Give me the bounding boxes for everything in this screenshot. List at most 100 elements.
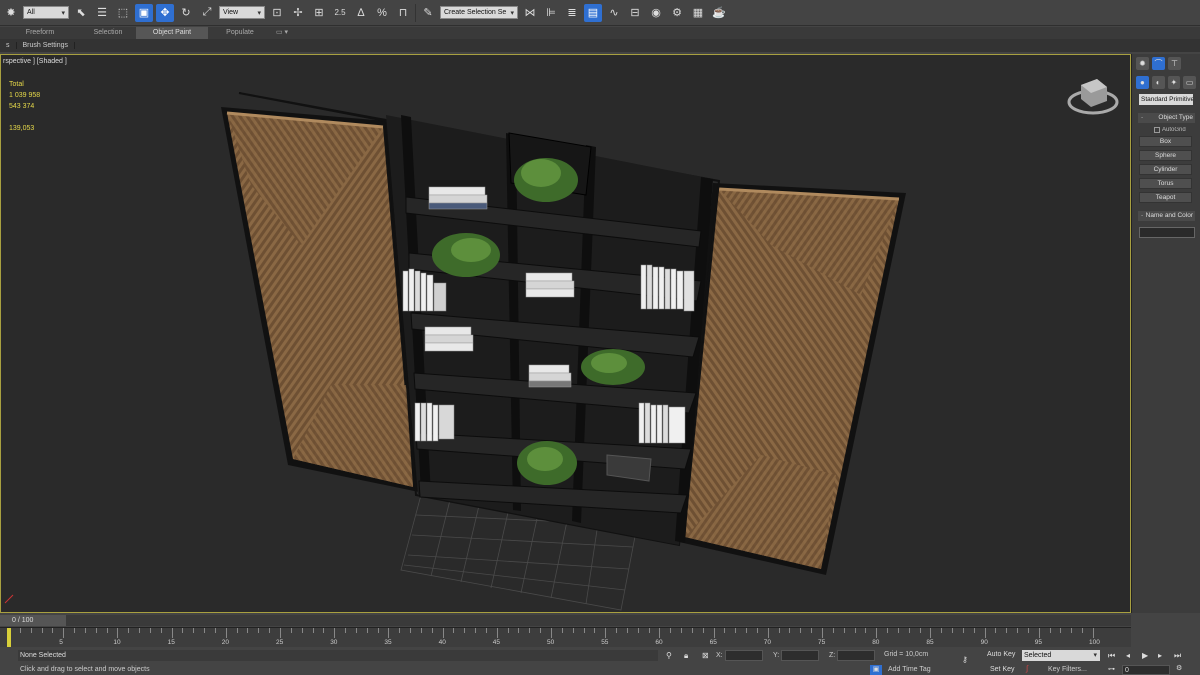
viewcube-icon [1067, 79, 1119, 115]
time-slider-handle[interactable]: 0 / 100 [0, 615, 66, 626]
ribbon-options-icon[interactable]: ▭ ▾ [272, 27, 292, 39]
time-tag-icon[interactable]: ▣ [870, 665, 882, 675]
snap-icon[interactable]: ✸ [2, 4, 20, 22]
lock-selection-icon[interactable]: 🔒︎ [684, 651, 688, 661]
render-production-icon[interactable]: ☕ [710, 4, 728, 22]
select-object-icon[interactable]: ⬉ [72, 4, 90, 22]
brush-settings-panel[interactable]: Brush Settings [17, 42, 76, 49]
rect-selection-icon[interactable]: ⬚ [114, 4, 132, 22]
lights-icon[interactable]: ✦ [1167, 76, 1181, 89]
edit-named-sets-icon[interactable]: ✎ [419, 4, 437, 22]
modify-tab-icon[interactable]: ⌒ [1152, 57, 1165, 70]
y-coord-field[interactable] [781, 650, 819, 661]
cameras-icon[interactable]: ▭ [1183, 76, 1196, 89]
stats-fps: 139,053 [9, 125, 35, 132]
align-icon[interactable]: ⊫ [542, 4, 560, 22]
ruler-tick [713, 628, 715, 638]
spinner-snap-icon[interactable]: ⊓ [394, 4, 412, 22]
select-by-name-icon[interactable]: ☰ [93, 4, 111, 22]
percent-snap-icon[interactable]: % [373, 4, 391, 22]
select-move-icon[interactable]: ✥ [156, 3, 174, 22]
ruler-tick [334, 628, 336, 638]
ruler-tick [1027, 628, 1029, 633]
status-bar: None Selected Click and drag to select a… [0, 648, 1200, 675]
geometry-icon[interactable]: ● [1136, 76, 1149, 89]
ribbon-panel-item[interactable]: s [0, 42, 17, 49]
create-tab-icon[interactable]: ✹ [1136, 57, 1149, 70]
snaps-toggle-icon[interactable]: 2.5 [331, 4, 349, 22]
axis-tripod-icon [4, 594, 14, 604]
command-panel: ✹ ⌒ ⊤ ● ◐ ✦ ▭ Standard Primitives Object… [1131, 54, 1200, 613]
select-rotate-icon[interactable]: ↻ [177, 4, 195, 22]
schematic-view-icon[interactable]: ⊟ [626, 4, 644, 22]
ruler-tick-label: 90 [980, 639, 988, 646]
key-filters-button[interactable]: Key Filters... [1048, 666, 1087, 673]
rendered-frame-icon[interactable]: ▦ [689, 4, 707, 22]
ruler-tick [485, 628, 487, 633]
select-scale-icon[interactable]: ⤢ [198, 4, 216, 22]
teapot-button[interactable]: Teapot [1139, 192, 1192, 203]
key-mode-dropdown[interactable]: Selected [1022, 650, 1100, 661]
curve-editor-icon[interactable]: ∿ [605, 4, 623, 22]
sphere-button[interactable]: Sphere [1139, 150, 1192, 161]
object-name-input[interactable] [1139, 227, 1195, 238]
track-bar[interactable]: 5 10 15 20 25 30 35 40 45 50 55 60 65 70 75 80 85 90 95 100 [0, 627, 1131, 647]
tab-freeform[interactable]: Freeform [0, 27, 80, 39]
layer-explorer-icon[interactable]: ≣ [563, 4, 581, 22]
key-icon[interactable]: ⚷ [962, 655, 968, 664]
absolute-mode-icon[interactable]: ⊠ [702, 651, 709, 660]
ruler-tick-label: 80 [872, 639, 880, 646]
ruler-tick-label: 95 [1034, 639, 1043, 646]
goto-end-icon[interactable]: ⏭ [1174, 651, 1181, 661]
time-config-icon[interactable]: ⚙ [1176, 664, 1182, 672]
ruler-tick [280, 628, 281, 638]
selection-filter-dropdown[interactable]: All [23, 6, 69, 19]
key-mode-toggle-icon[interactable]: ⊶ [1108, 665, 1115, 673]
ruler-tick [811, 628, 813, 633]
current-frame-field[interactable]: 0 [1122, 665, 1170, 675]
named-selection-sets-dropdown[interactable]: Create Selection Se [440, 6, 518, 19]
select-manipulate-icon[interactable]: ✢ [289, 4, 307, 22]
shapes-icon[interactable]: ◐ [1151, 76, 1165, 89]
x-coord-field[interactable] [725, 650, 763, 661]
pivot-center-icon[interactable]: ⊡ [268, 4, 286, 22]
name-color-rollout[interactable]: Name and Color [1138, 211, 1195, 221]
named-selection-sets-value: Create Selection Se [444, 9, 507, 16]
add-time-tag[interactable]: Add Time Tag [888, 666, 931, 673]
play-icon[interactable]: ▶ [1142, 651, 1148, 660]
scene-explorer-icon[interactable]: ▤ [584, 3, 602, 22]
object-type-rollout[interactable]: Object Type [1138, 113, 1195, 123]
cylinder-button[interactable]: Cylinder [1139, 164, 1192, 175]
material-editor-icon[interactable]: ◉ [647, 4, 665, 22]
tab-object-paint[interactable]: Object Paint [136, 27, 208, 39]
reference-coord-dropdown[interactable]: View [219, 6, 265, 19]
tab-selection[interactable]: Selection [80, 27, 136, 39]
box-button[interactable]: Box [1139, 136, 1192, 147]
isolate-icon[interactable]: ⚲ [666, 651, 672, 660]
angle-snap-icon[interactable]: ∆ [352, 4, 370, 22]
hierarchy-tab-icon[interactable]: ⊤ [1168, 57, 1181, 70]
window-crossing-icon[interactable]: ▣ [135, 3, 153, 22]
tab-populate[interactable]: Populate [208, 27, 272, 39]
render-setup-icon[interactable]: ⚙ [668, 4, 686, 22]
set-key-button[interactable]: Set Key [990, 666, 1015, 673]
ruler-tick [95, 628, 97, 633]
z-coord-field[interactable] [837, 650, 875, 661]
ruler-tick-label: 20 [221, 639, 230, 646]
time-cursor[interactable] [7, 628, 11, 647]
next-frame-icon[interactable]: ▸ [1158, 651, 1162, 660]
goto-start-icon[interactable]: ⏮ [1108, 651, 1115, 661]
keyboard-shortcut-icon[interactable]: ⊞ [310, 4, 328, 22]
ruler-tick [193, 628, 195, 633]
prev-frame-icon[interactable]: ◂ [1126, 651, 1130, 660]
ruler-tick [106, 628, 108, 633]
auto-key-button[interactable]: Auto Key [987, 651, 1015, 658]
torus-button[interactable]: Torus [1139, 178, 1192, 189]
autogrid-checkbox[interactable]: AutoGrid [1154, 127, 1193, 133]
mirror-icon[interactable]: ⋈ [521, 4, 539, 22]
stats-polys: 1 039 958 [9, 92, 41, 99]
time-slider[interactable]: 0 / 100 [0, 615, 1131, 626]
viewport-label[interactable]: rspective ] [Shaded ] [3, 58, 67, 65]
perspective-viewport[interactable]: rspective ] [Shaded ] Total 1 039 958 54… [0, 54, 1131, 613]
primitive-type-dropdown[interactable]: Standard Primitives [1139, 94, 1193, 105]
